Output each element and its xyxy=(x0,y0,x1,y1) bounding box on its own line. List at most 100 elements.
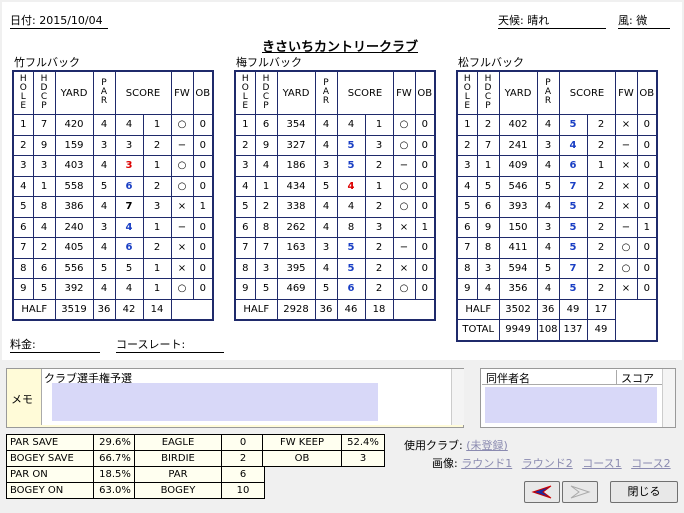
stat-value: 0 xyxy=(221,434,265,451)
cell-hole: 3 xyxy=(234,155,256,177)
cell-score: 5 xyxy=(336,257,366,279)
hole-row: 1 2 402 4 5 2 × 0 xyxy=(456,114,658,136)
hole-row: 2 9 327 4 5 3 ○ 0 xyxy=(234,134,436,156)
stat-row: BOGEY ON 63.0% xyxy=(6,482,137,499)
cell-par: 4 xyxy=(314,216,338,238)
cell-hdcp: 7 xyxy=(254,237,278,259)
cell-ob: 0 xyxy=(636,155,658,177)
cell-yard: 186 xyxy=(276,155,316,177)
cell-score: 4 xyxy=(114,114,144,136)
cell-hole: 5 xyxy=(234,196,256,218)
cell-putts: 2 xyxy=(364,278,394,300)
total-blank xyxy=(615,319,657,341)
cell-ob: 0 xyxy=(414,155,436,177)
course-name-2: 梅フルバック xyxy=(236,56,302,69)
half-half_putts: 18 xyxy=(364,298,394,321)
cell-hole: 8 xyxy=(456,257,478,279)
image-link-round2[interactable]: ラウンド2 xyxy=(522,457,573,470)
image-link-round1[interactable]: ラウンド1 xyxy=(461,457,512,470)
half-half_par: 36 xyxy=(536,298,560,320)
cell-hole: 3 xyxy=(12,155,34,177)
cell-putts: 1 xyxy=(586,155,616,177)
stat-value: 29.6% xyxy=(93,434,137,451)
col-header-score: SCORE xyxy=(558,70,616,115)
cell-score: 6 xyxy=(558,155,588,177)
cell-fw: − xyxy=(614,216,638,238)
half-half_yard: 3519 xyxy=(54,298,94,321)
hole-row: 5 8 386 4 7 3 × 1 xyxy=(12,196,214,218)
memo-highlight xyxy=(52,383,378,421)
cell-fw: − xyxy=(392,155,416,177)
cell-hole: 4 xyxy=(12,175,34,197)
stat-row: PAR 6 xyxy=(134,466,265,483)
stat-value: 3 xyxy=(341,450,385,467)
cell-ob: 0 xyxy=(192,216,214,238)
stat-value: 18.5% xyxy=(93,466,137,483)
hole-row: 3 4 186 3 5 2−0 xyxy=(234,155,436,177)
col-header-fw-label: FW xyxy=(396,87,412,99)
cell-ob: 0 xyxy=(414,237,436,259)
cell-yard: 546 xyxy=(498,175,538,197)
total-total_yard: 9949 xyxy=(498,319,538,341)
prev-button[interactable] xyxy=(524,481,560,503)
cell-fw: ○ xyxy=(392,134,416,156)
col-header-fw-label: FW xyxy=(174,87,190,99)
cell-score: 4 xyxy=(336,175,366,197)
col-header-hole-label: HOLE xyxy=(18,73,29,110)
cell-yard: 327 xyxy=(276,134,316,156)
cell-yard: 402 xyxy=(498,114,538,136)
half-blank xyxy=(171,299,213,320)
image-link-course2[interactable]: コース2 xyxy=(631,457,670,470)
col-header-score: SCORE xyxy=(336,70,394,115)
cell-hdcp: 3 xyxy=(476,257,500,279)
hole-row: 3 3 403 4 3 1 ○ 0 xyxy=(12,155,214,177)
cell-yard: 558 xyxy=(54,175,94,197)
cell-fw: × xyxy=(614,278,638,300)
cell-yard: 338 xyxy=(276,196,316,218)
memo-scrollbar[interactable] xyxy=(451,369,464,425)
cell-ob: 0 xyxy=(636,114,658,136)
stat-label: OB xyxy=(262,450,342,467)
half-half_label: HALF xyxy=(456,298,500,320)
club-used-link[interactable]: (未登録) xyxy=(466,439,508,452)
col-header-ob: OB xyxy=(414,70,436,115)
total-total_par: 108 xyxy=(536,319,560,341)
col-header-hole: HOLE xyxy=(234,70,256,115)
cell-ob: 0 xyxy=(414,114,436,136)
stat-row: OB 3 xyxy=(262,450,385,467)
cell-fw: − xyxy=(392,237,416,259)
cell-hdcp: 8 xyxy=(476,237,500,259)
col-header-hole-label: HOLE xyxy=(240,73,251,110)
cell-ob: 0 xyxy=(636,196,658,218)
half-half_yard: 3502 xyxy=(498,298,538,320)
cell-putts: 2 xyxy=(586,257,616,279)
cell-hdcp: 8 xyxy=(32,196,56,218)
wind-label: 風: 微 xyxy=(618,14,670,29)
cell-score: 5 xyxy=(114,257,144,279)
hole-row: 4 5 546 5 7 2 × 0 xyxy=(456,175,658,197)
close-button[interactable]: 閉じる xyxy=(610,481,678,503)
companions-scrollbar[interactable] xyxy=(662,369,675,427)
companion-name-header[interactable]: 同伴者名 xyxy=(482,370,617,385)
cell-hdcp: 1 xyxy=(32,175,56,197)
half-half_par: 36 xyxy=(314,298,338,321)
next-button[interactable] xyxy=(562,481,598,503)
companion-score-header[interactable]: スコア xyxy=(617,370,665,385)
cell-yard: 392 xyxy=(54,278,94,300)
cell-putts: 2 xyxy=(586,134,616,156)
cell-hdcp: 8 xyxy=(254,216,278,238)
image-link-course1[interactable]: コース1 xyxy=(582,457,621,470)
cell-hdcp: 4 xyxy=(476,278,500,300)
cell-ob: 0 xyxy=(192,278,214,300)
half-half_score: 49 xyxy=(558,298,588,320)
cell-yard: 163 xyxy=(276,237,316,259)
companions-list[interactable]: 同伴者名 スコア xyxy=(480,368,676,428)
col-header-par: PAR xyxy=(92,70,116,115)
fee-label: 料金: xyxy=(10,338,100,353)
cell-hdcp: 7 xyxy=(32,114,56,136)
cell-hole: 4 xyxy=(234,175,256,197)
cell-score: 7 xyxy=(558,175,588,197)
memo-field[interactable]: クラブ選手権予選 xyxy=(41,369,464,425)
cell-hdcp: 2 xyxy=(32,237,56,259)
cell-par: 4 xyxy=(314,114,338,136)
